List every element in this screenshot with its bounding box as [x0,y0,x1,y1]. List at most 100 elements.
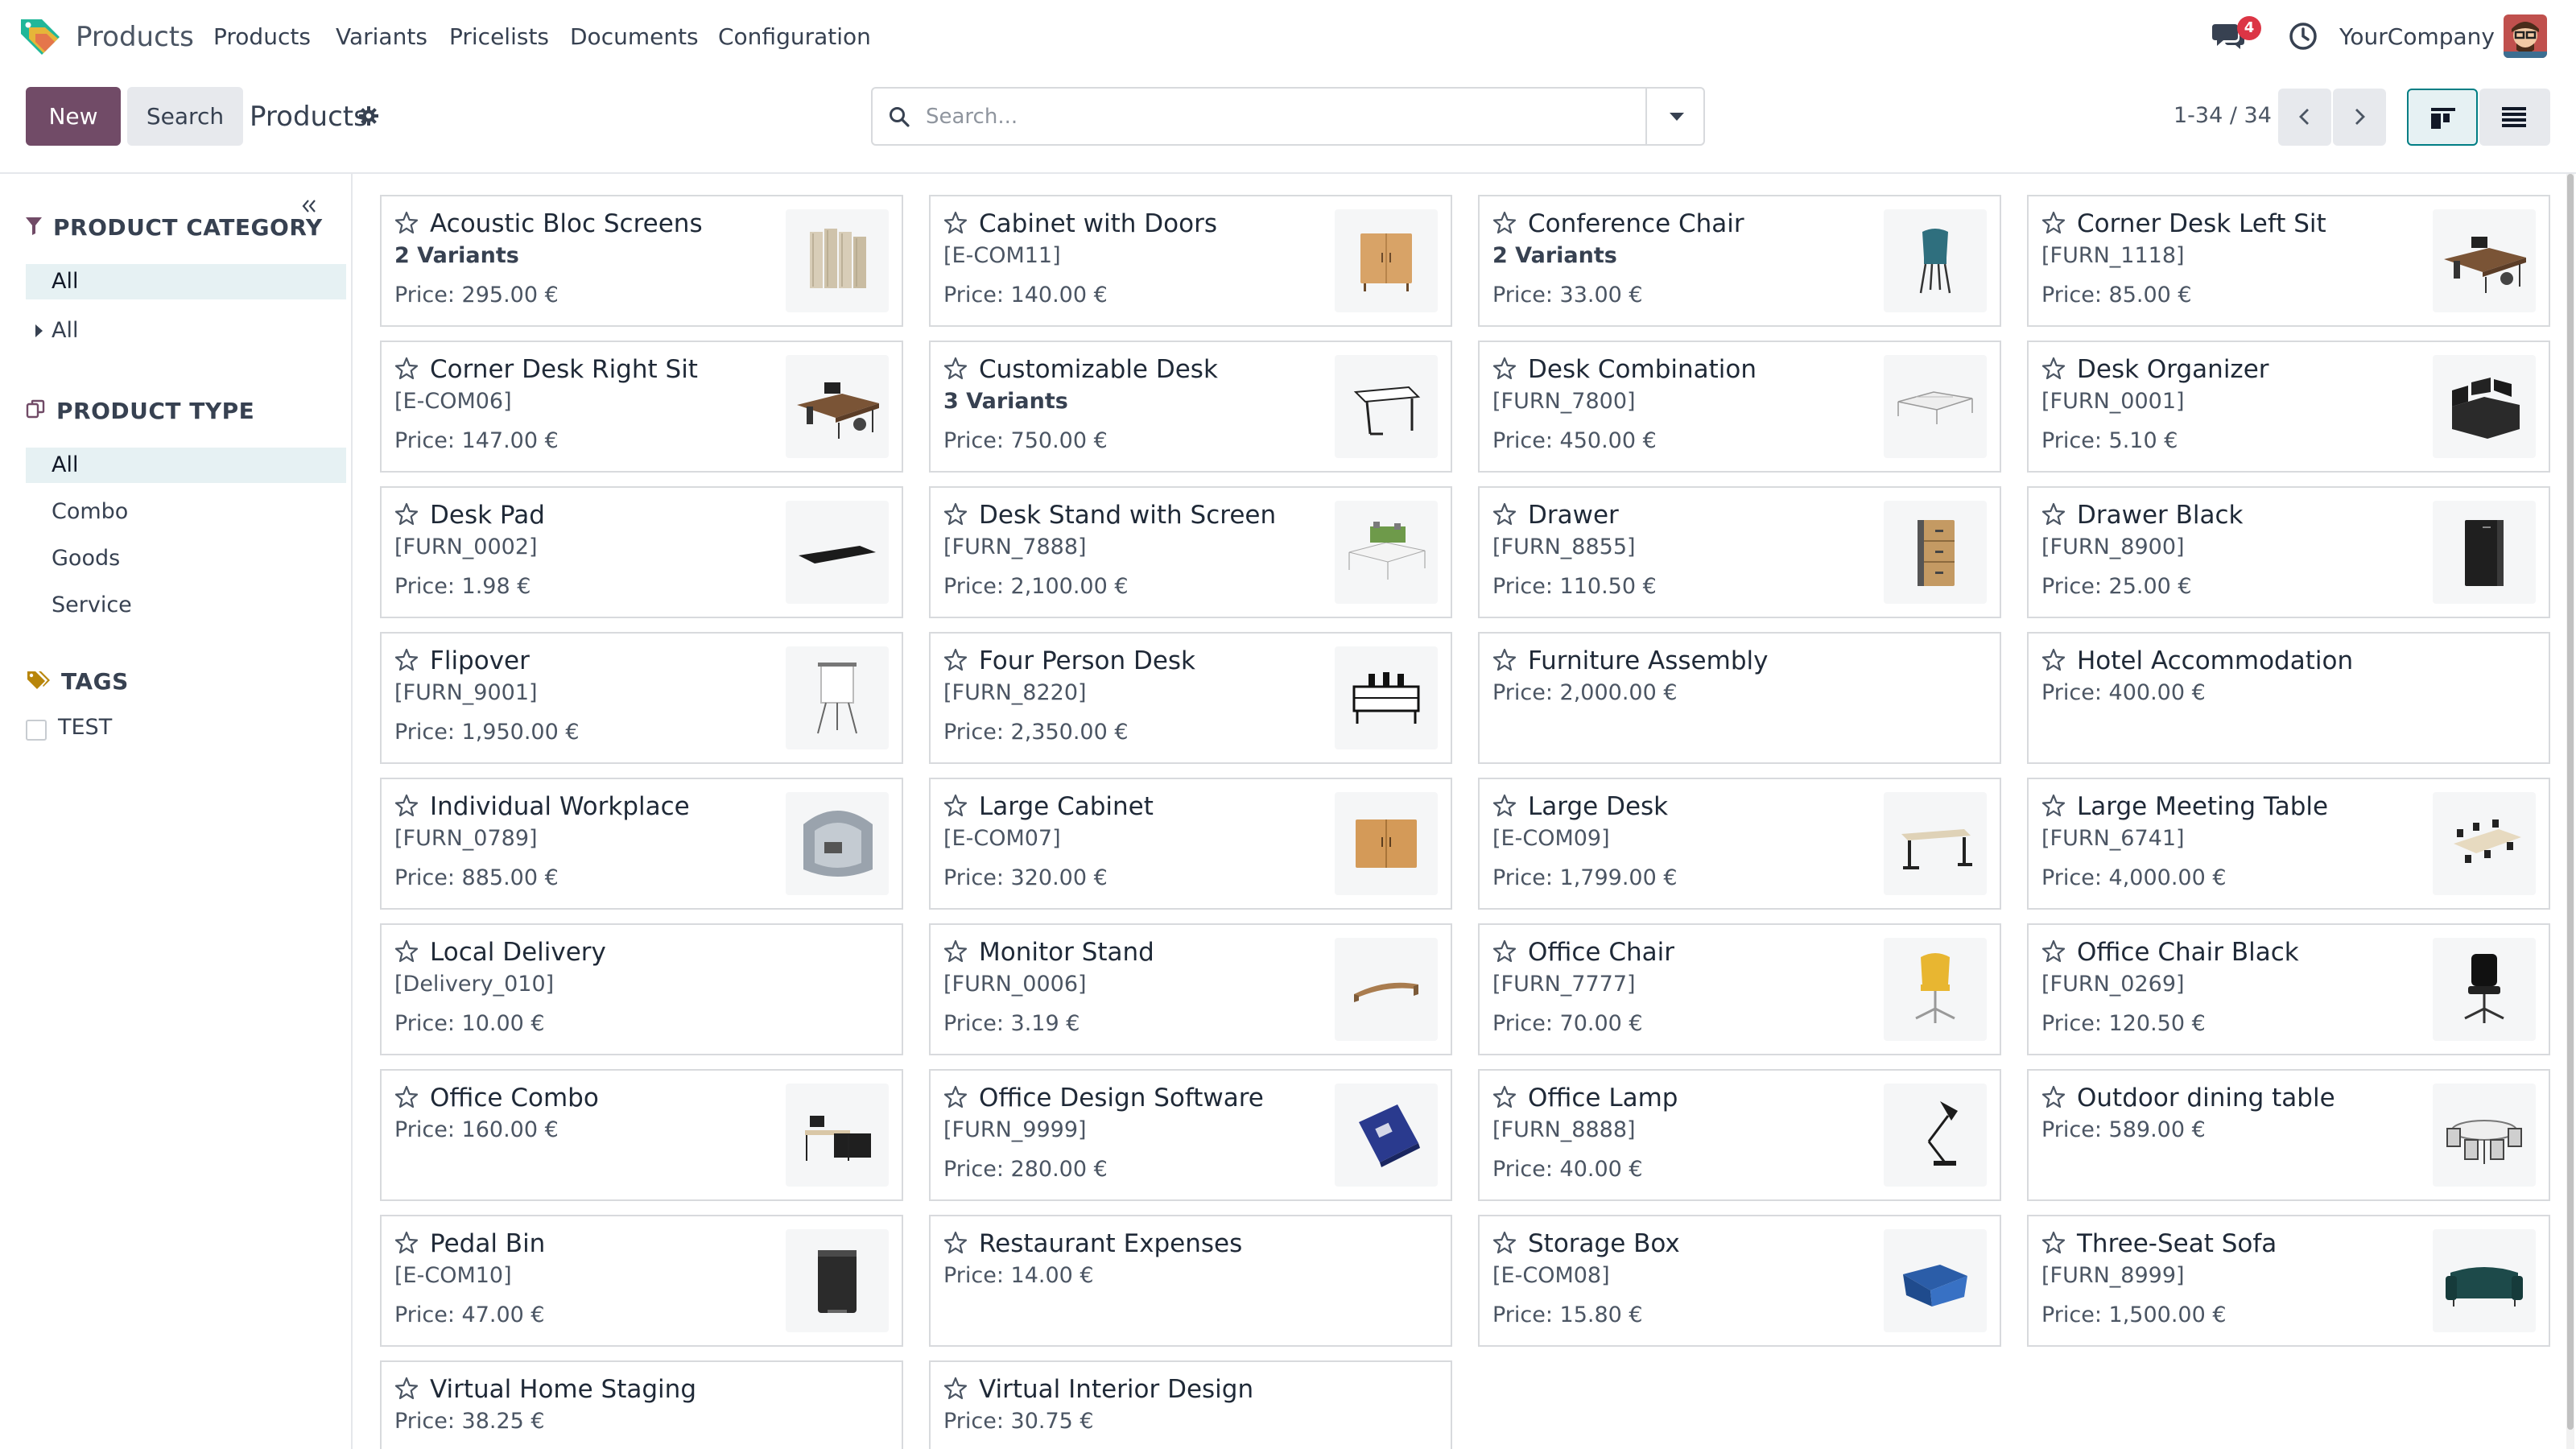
product-card[interactable]: Office Chair Black [FURN_0269] Price: 120.… [2027,923,2550,1055]
product-card[interactable]: Virtual Interior Design Price: 30.75 € [929,1360,1452,1449]
menu-products[interactable]: Products [213,23,311,50]
favorite-star-icon[interactable] [394,1377,419,1401]
activity-clock-icon[interactable] [2289,22,2318,51]
list-view-button[interactable] [2479,89,2550,146]
favorite-star-icon[interactable] [394,794,419,818]
product-card[interactable]: Three-Seat Sofa [FURN_8999] Price: 1,500.0… [2027,1215,2550,1347]
favorite-star-icon[interactable] [943,211,968,235]
favorite-star-icon[interactable] [2041,502,2066,526]
favorite-star-icon[interactable] [394,211,419,235]
scrollbar-thumb[interactable] [2567,174,2574,1430]
favorite-star-icon[interactable] [943,1231,968,1255]
type-item-all[interactable]: All [26,448,346,483]
product-card[interactable]: Monitor Stand [FURN_0006] Price: 3.19 € [929,923,1452,1055]
favorite-star-icon[interactable] [943,357,968,381]
product-card[interactable]: Four Person Desk [FURN_8220] Price: 2,350.… [929,632,1452,764]
search-input[interactable] [924,97,1616,137]
menu-configuration[interactable]: Configuration [718,23,871,50]
favorite-star-icon[interactable] [2041,357,2066,381]
product-card[interactable]: Large Cabinet [E-COM07] Price: 320.00 € [929,778,1452,910]
product-card[interactable]: Office Combo Price: 160.00 € [380,1069,903,1201]
product-card[interactable]: Customizable Desk 3 Variants Price: 750.00… [929,341,1452,473]
product-card[interactable]: Desk Stand with Screen [FURN_7888] Price: … [929,486,1452,618]
type-item-combo[interactable]: Combo [26,494,346,530]
product-card[interactable]: Drawer Black [FURN_8900] Price: 25.00 € [2027,486,2550,618]
favorite-star-icon[interactable] [2041,648,2066,672]
product-card[interactable]: Office Lamp [FURN_8888] Price: 40.00 € [1478,1069,2001,1201]
product-card[interactable]: Outdoor dining table Price: 589.00 € [2027,1069,2550,1201]
favorite-star-icon[interactable] [394,648,419,672]
pager-previous-button[interactable] [2278,89,2331,146]
favorite-star-icon[interactable] [1492,211,1517,235]
favorite-star-icon[interactable] [2041,939,2066,964]
product-card[interactable]: Office Design Software [FURN_9999] Price: … [929,1069,1452,1201]
product-card[interactable]: Conference Chair 2 Variants Price: 33.00 € [1478,195,2001,327]
category-item-all-expandable[interactable]: All [26,313,346,349]
scrollbar[interactable] [2566,174,2574,1449]
product-card[interactable]: Furniture Assembly Price: 2,000.00 € [1478,632,2001,764]
favorite-star-icon[interactable] [2041,211,2066,235]
favorite-star-icon[interactable] [1492,357,1517,381]
product-card[interactable]: Acoustic Bloc Screens 2 Variants Price: 29… [380,195,903,327]
favorite-star-icon[interactable] [943,502,968,526]
favorite-star-icon[interactable] [943,939,968,964]
product-card[interactable]: Hotel Accommodation Price: 400.00 € [2027,632,2550,764]
product-card[interactable]: Desk Organizer [FURN_0001] Price: 5.10 € [2027,341,2550,473]
product-card[interactable]: Local Delivery [Delivery_010] Price: 10.00… [380,923,903,1055]
favorite-star-icon[interactable] [394,1231,419,1255]
tag-test-checkbox[interactable] [26,720,47,741]
product-card[interactable]: Large Meeting Table [FURN_6741] Price: 4,0… [2027,778,2550,910]
products-app-icon[interactable] [18,14,64,60]
favorite-star-icon[interactable] [2041,794,2066,818]
favorite-star-icon[interactable] [394,1085,419,1109]
tag-test-label[interactable]: TEST [58,715,112,740]
category-item-all[interactable]: All [26,264,346,299]
favorite-star-icon[interactable] [943,794,968,818]
product-image [786,646,889,749]
product-card[interactable]: Virtual Home Staging Price: 38.25 € [380,1360,903,1449]
product-card[interactable]: Flipover [FURN_9001] Price: 1,950.00 € [380,632,903,764]
product-card[interactable]: Desk Combination [FURN_7800] Price: 450.00… [1478,341,2001,473]
favorite-star-icon[interactable] [1492,648,1517,672]
favorite-star-icon[interactable] [394,502,419,526]
product-card[interactable]: Desk Pad [FURN_0002] Price: 1.98 € [380,486,903,618]
product-card[interactable]: Pedal Bin [E-COM10] Price: 47.00 € [380,1215,903,1347]
favorite-star-icon[interactable] [1492,1085,1517,1109]
product-card[interactable]: Restaurant Expenses Price: 14.00 € [929,1215,1452,1347]
pager-next-button[interactable] [2333,89,2386,146]
product-card[interactable]: Drawer [FURN_8855] Price: 110.50 € [1478,486,2001,618]
product-card[interactable]: Corner Desk Left Sit [FURN_1118] Price: 85… [2027,195,2550,327]
user-avatar[interactable] [2504,14,2547,58]
type-item-service[interactable]: Service [26,588,346,623]
type-item-goods[interactable]: Goods [26,541,346,576]
favorite-star-icon[interactable] [1492,1231,1517,1255]
search-button[interactable]: Search [127,87,243,146]
favorite-star-icon[interactable] [394,357,419,381]
favorite-star-icon[interactable] [1492,502,1517,526]
product-card[interactable]: Corner Desk Right Sit [E-COM06] Price: 147… [380,341,903,473]
new-button[interactable]: New [26,87,121,146]
favorite-star-icon[interactable] [1492,939,1517,964]
product-card[interactable]: Cabinet with Doors [E-COM11] Price: 140.00… [929,195,1452,327]
kanban-view-button[interactable] [2407,89,2478,146]
company-switcher[interactable]: YourCompany [2339,23,2495,50]
favorite-star-icon[interactable] [2041,1085,2066,1109]
app-name[interactable]: Products [76,21,194,53]
product-card[interactable]: Storage Box [E-COM08] Price: 15.80 € [1478,1215,2001,1347]
favorite-star-icon[interactable] [943,648,968,672]
product-card[interactable]: Individual Workplace [FURN_0789] Price: 88… [380,778,903,910]
product-card[interactable]: Large Desk [E-COM09] Price: 1,799.00 € [1478,778,2001,910]
search-options-toggle[interactable] [1645,89,1705,144]
menu-pricelists[interactable]: Pricelists [449,23,549,50]
favorite-star-icon[interactable] [943,1085,968,1109]
pager-value[interactable]: 1-34 / 34 [2174,103,2272,128]
favorite-star-icon[interactable] [943,1377,968,1401]
menu-documents[interactable]: Documents [570,23,699,50]
favorite-star-icon[interactable] [1492,794,1517,818]
menu-variants[interactable]: Variants [336,23,427,50]
collapse-sidebar-icon[interactable] [301,198,317,214]
gear-icon[interactable] [359,106,378,126]
favorite-star-icon[interactable] [2041,1231,2066,1255]
product-card[interactable]: Office Chair [FURN_7777] Price: 70.00 € [1478,923,2001,1055]
favorite-star-icon[interactable] [394,939,419,964]
